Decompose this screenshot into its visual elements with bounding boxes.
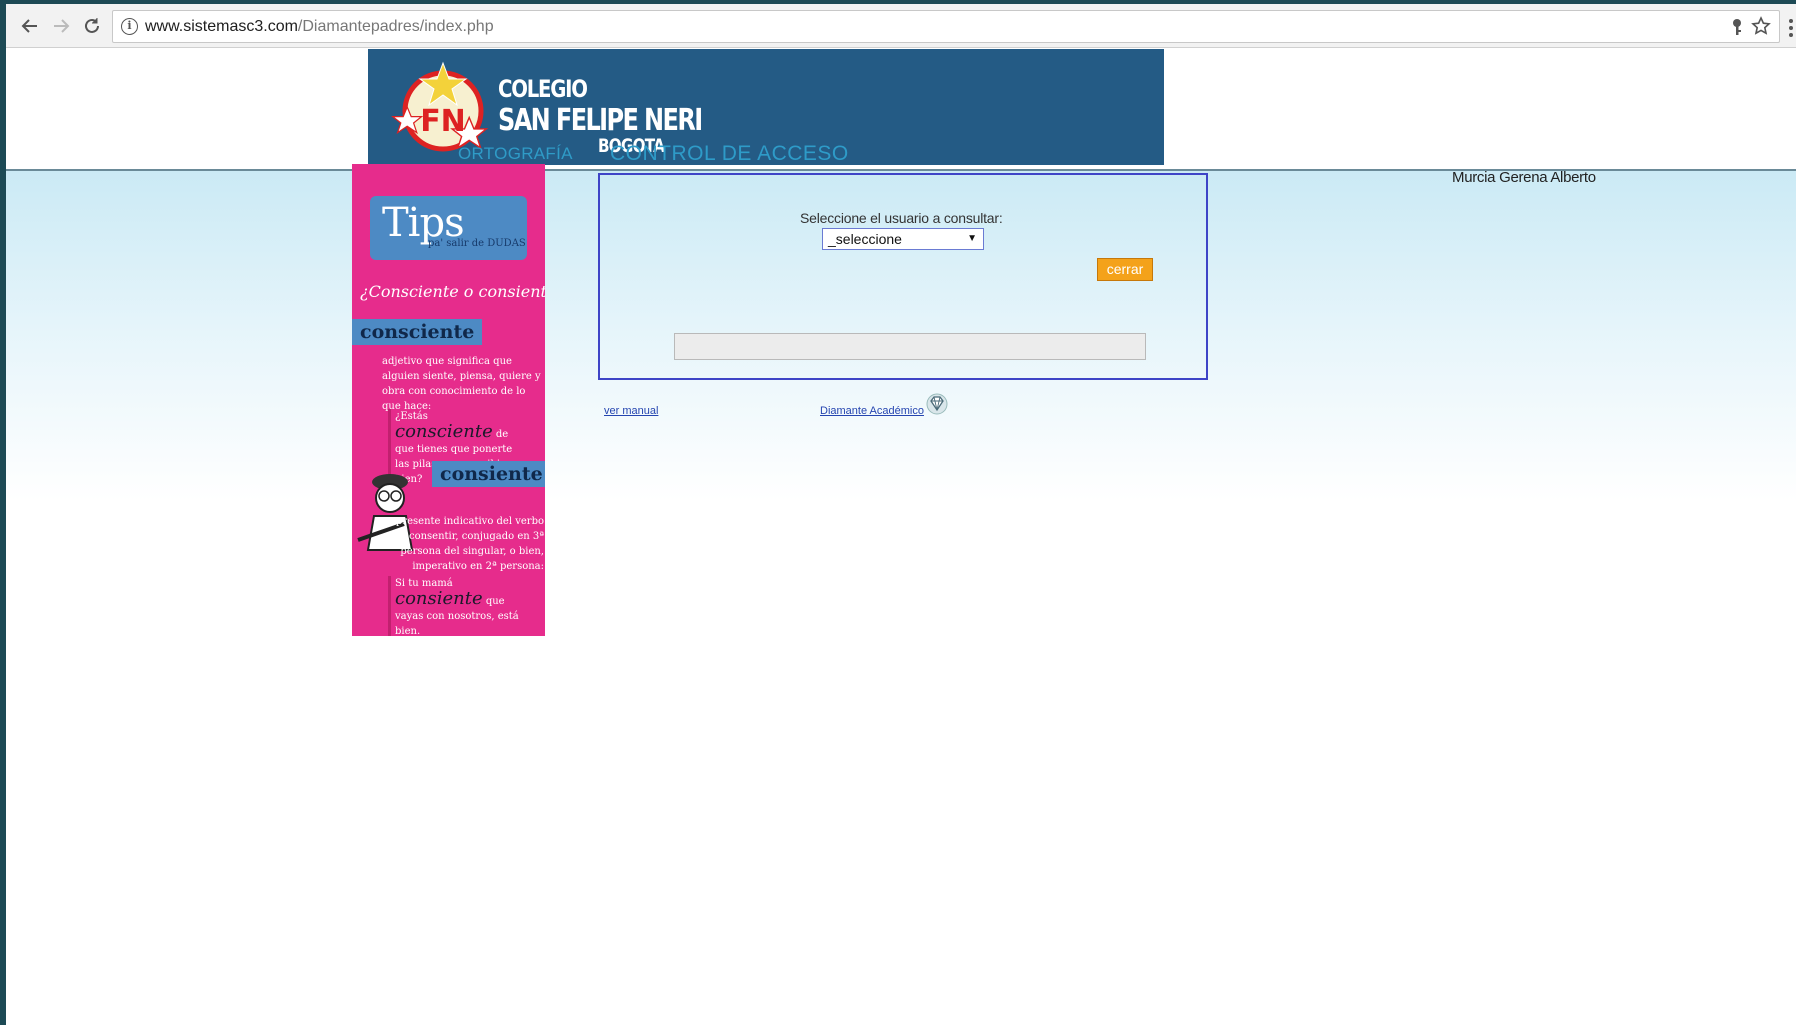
dropdown-arrow-icon: ▼: [967, 233, 977, 244]
url-text: www.sistemasc3.com/Diamantepadres/index.…: [145, 18, 494, 35]
brand-colegio: COLEGIO: [498, 75, 588, 103]
page-title: CONTROL DE ACCESO: [610, 142, 849, 165]
manual-link[interactable]: ver manual: [604, 405, 658, 417]
tips-definition-2: presente indicativo del verbo consentir,…: [395, 516, 544, 572]
star-icon[interactable]: [1751, 16, 1771, 36]
back-icon[interactable]: [18, 14, 42, 38]
tips-word-consciente: consciente: [352, 319, 483, 345]
reload-icon[interactable]: [80, 14, 104, 38]
banner-area: FN COLEGIO SAN FELIPE NERI BOGOTA: [6, 49, 1796, 169]
key-icon[interactable]: [1729, 18, 1745, 36]
tips-word-consiente: consiente: [432, 461, 545, 487]
logged-user-name: Murcia Gerena Alberto: [1452, 169, 1596, 186]
close-button[interactable]: cerrar: [1097, 258, 1153, 281]
tips-header: Tips pa' salir de DUDAS: [370, 196, 527, 260]
browser-toolbar: i www.sistemasc3.com/Diamantepadres/inde…: [6, 4, 1796, 48]
tips-definition-1: adjetivo que significa que alguien sient…: [382, 356, 541, 412]
address-bar[interactable]: i www.sistemasc3.com/Diamantepadres/inde…: [112, 10, 1780, 43]
user-select[interactable]: _seleccione ▼: [822, 228, 984, 250]
info-icon[interactable]: i: [121, 18, 138, 35]
tips-example-2: Si tu mamá consiente que vayas con nosot…: [388, 576, 528, 636]
ortografia-link[interactable]: ORTOGRAFÍA: [458, 144, 573, 164]
user-select-label: Seleccione el usuario a consultar:: [800, 210, 1003, 226]
brand-school-name: SAN FELIPE NERI: [498, 103, 703, 138]
menu-icon[interactable]: [1788, 18, 1794, 38]
diamond-icon[interactable]: [926, 392, 948, 416]
browser-window: i www.sistemasc3.com/Diamantepadres/inde…: [6, 0, 1796, 1025]
result-field: [674, 333, 1146, 360]
forward-icon[interactable]: [49, 14, 73, 38]
svg-text:FN: FN: [420, 104, 466, 139]
diamante-link[interactable]: Diamante Académico: [820, 405, 924, 417]
school-logo: FN: [391, 61, 489, 152]
tips-question: ¿Consciente o consiente?: [360, 282, 545, 301]
tips-subtitle: pa' salir de DUDAS: [428, 238, 526, 249]
tips-poster[interactable]: Tips pa' salir de DUDAS ¿Consciente o co…: [352, 164, 545, 636]
